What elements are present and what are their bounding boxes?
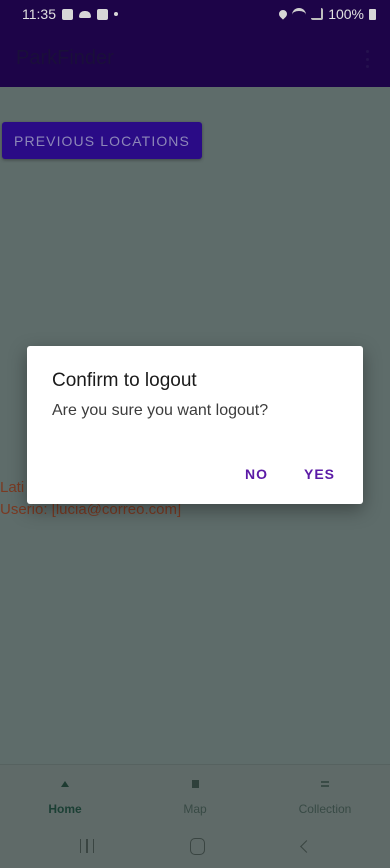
status-bar: 11:35 100% xyxy=(0,0,390,28)
collection-icon xyxy=(321,780,329,788)
wifi-icon xyxy=(292,7,307,21)
app-title: ParkFinder xyxy=(16,47,114,69)
system-home-icon xyxy=(189,837,205,855)
bottom-navigation: Home Map Collection xyxy=(0,764,390,825)
nav-label-map: Map xyxy=(183,802,207,816)
system-home-button[interactable] xyxy=(167,824,227,868)
notification-dot-icon xyxy=(114,12,118,16)
system-back-button[interactable] xyxy=(274,824,334,868)
previous-locations-button[interactable]: Previous locations xyxy=(2,122,202,159)
recent-apps-icon xyxy=(80,839,94,853)
battery-level: 100% xyxy=(328,6,364,22)
system-navigation-bar xyxy=(0,824,390,868)
nav-label-collection: Collection xyxy=(298,802,352,816)
location-icon xyxy=(277,8,289,20)
app-screen: 11:35 100% ParkFinder Previous locations… xyxy=(0,0,390,868)
dialog-no-button[interactable]: NO xyxy=(245,462,268,486)
back-chevron-icon xyxy=(299,839,313,853)
dialog-message: Are you sure you want logout? xyxy=(52,402,269,419)
status-left: 11:35 xyxy=(22,6,118,22)
checkbox-icon xyxy=(97,8,108,20)
map-icon xyxy=(191,780,199,788)
status-right: 100% xyxy=(277,6,376,22)
home-icon xyxy=(61,780,69,788)
nav-item-home[interactable]: Home xyxy=(0,765,130,825)
dialog-yes-button[interactable]: YES xyxy=(304,462,335,486)
nav-item-map[interactable]: Map xyxy=(130,765,260,825)
latitude-text: Lati xyxy=(0,479,25,496)
logout-confirm-dialog: Confirm to logout Are you sure you want … xyxy=(27,346,363,504)
app-bar: ParkFinder xyxy=(0,28,390,87)
cloud-icon xyxy=(79,10,91,18)
dialog-title: Confirm to logout xyxy=(52,370,197,391)
status-time: 11:35 xyxy=(22,6,56,22)
battery-icon xyxy=(369,8,376,20)
overflow-menu-icon[interactable] xyxy=(364,50,370,68)
nav-item-collection[interactable]: Collection xyxy=(260,765,390,825)
menu-dot xyxy=(365,50,369,53)
gallery-icon xyxy=(62,8,73,20)
recent-apps-button[interactable] xyxy=(57,824,117,868)
menu-dot xyxy=(365,65,369,68)
signal-icon xyxy=(311,8,324,20)
nav-label-home: Home xyxy=(48,802,82,816)
menu-dot xyxy=(365,57,369,61)
